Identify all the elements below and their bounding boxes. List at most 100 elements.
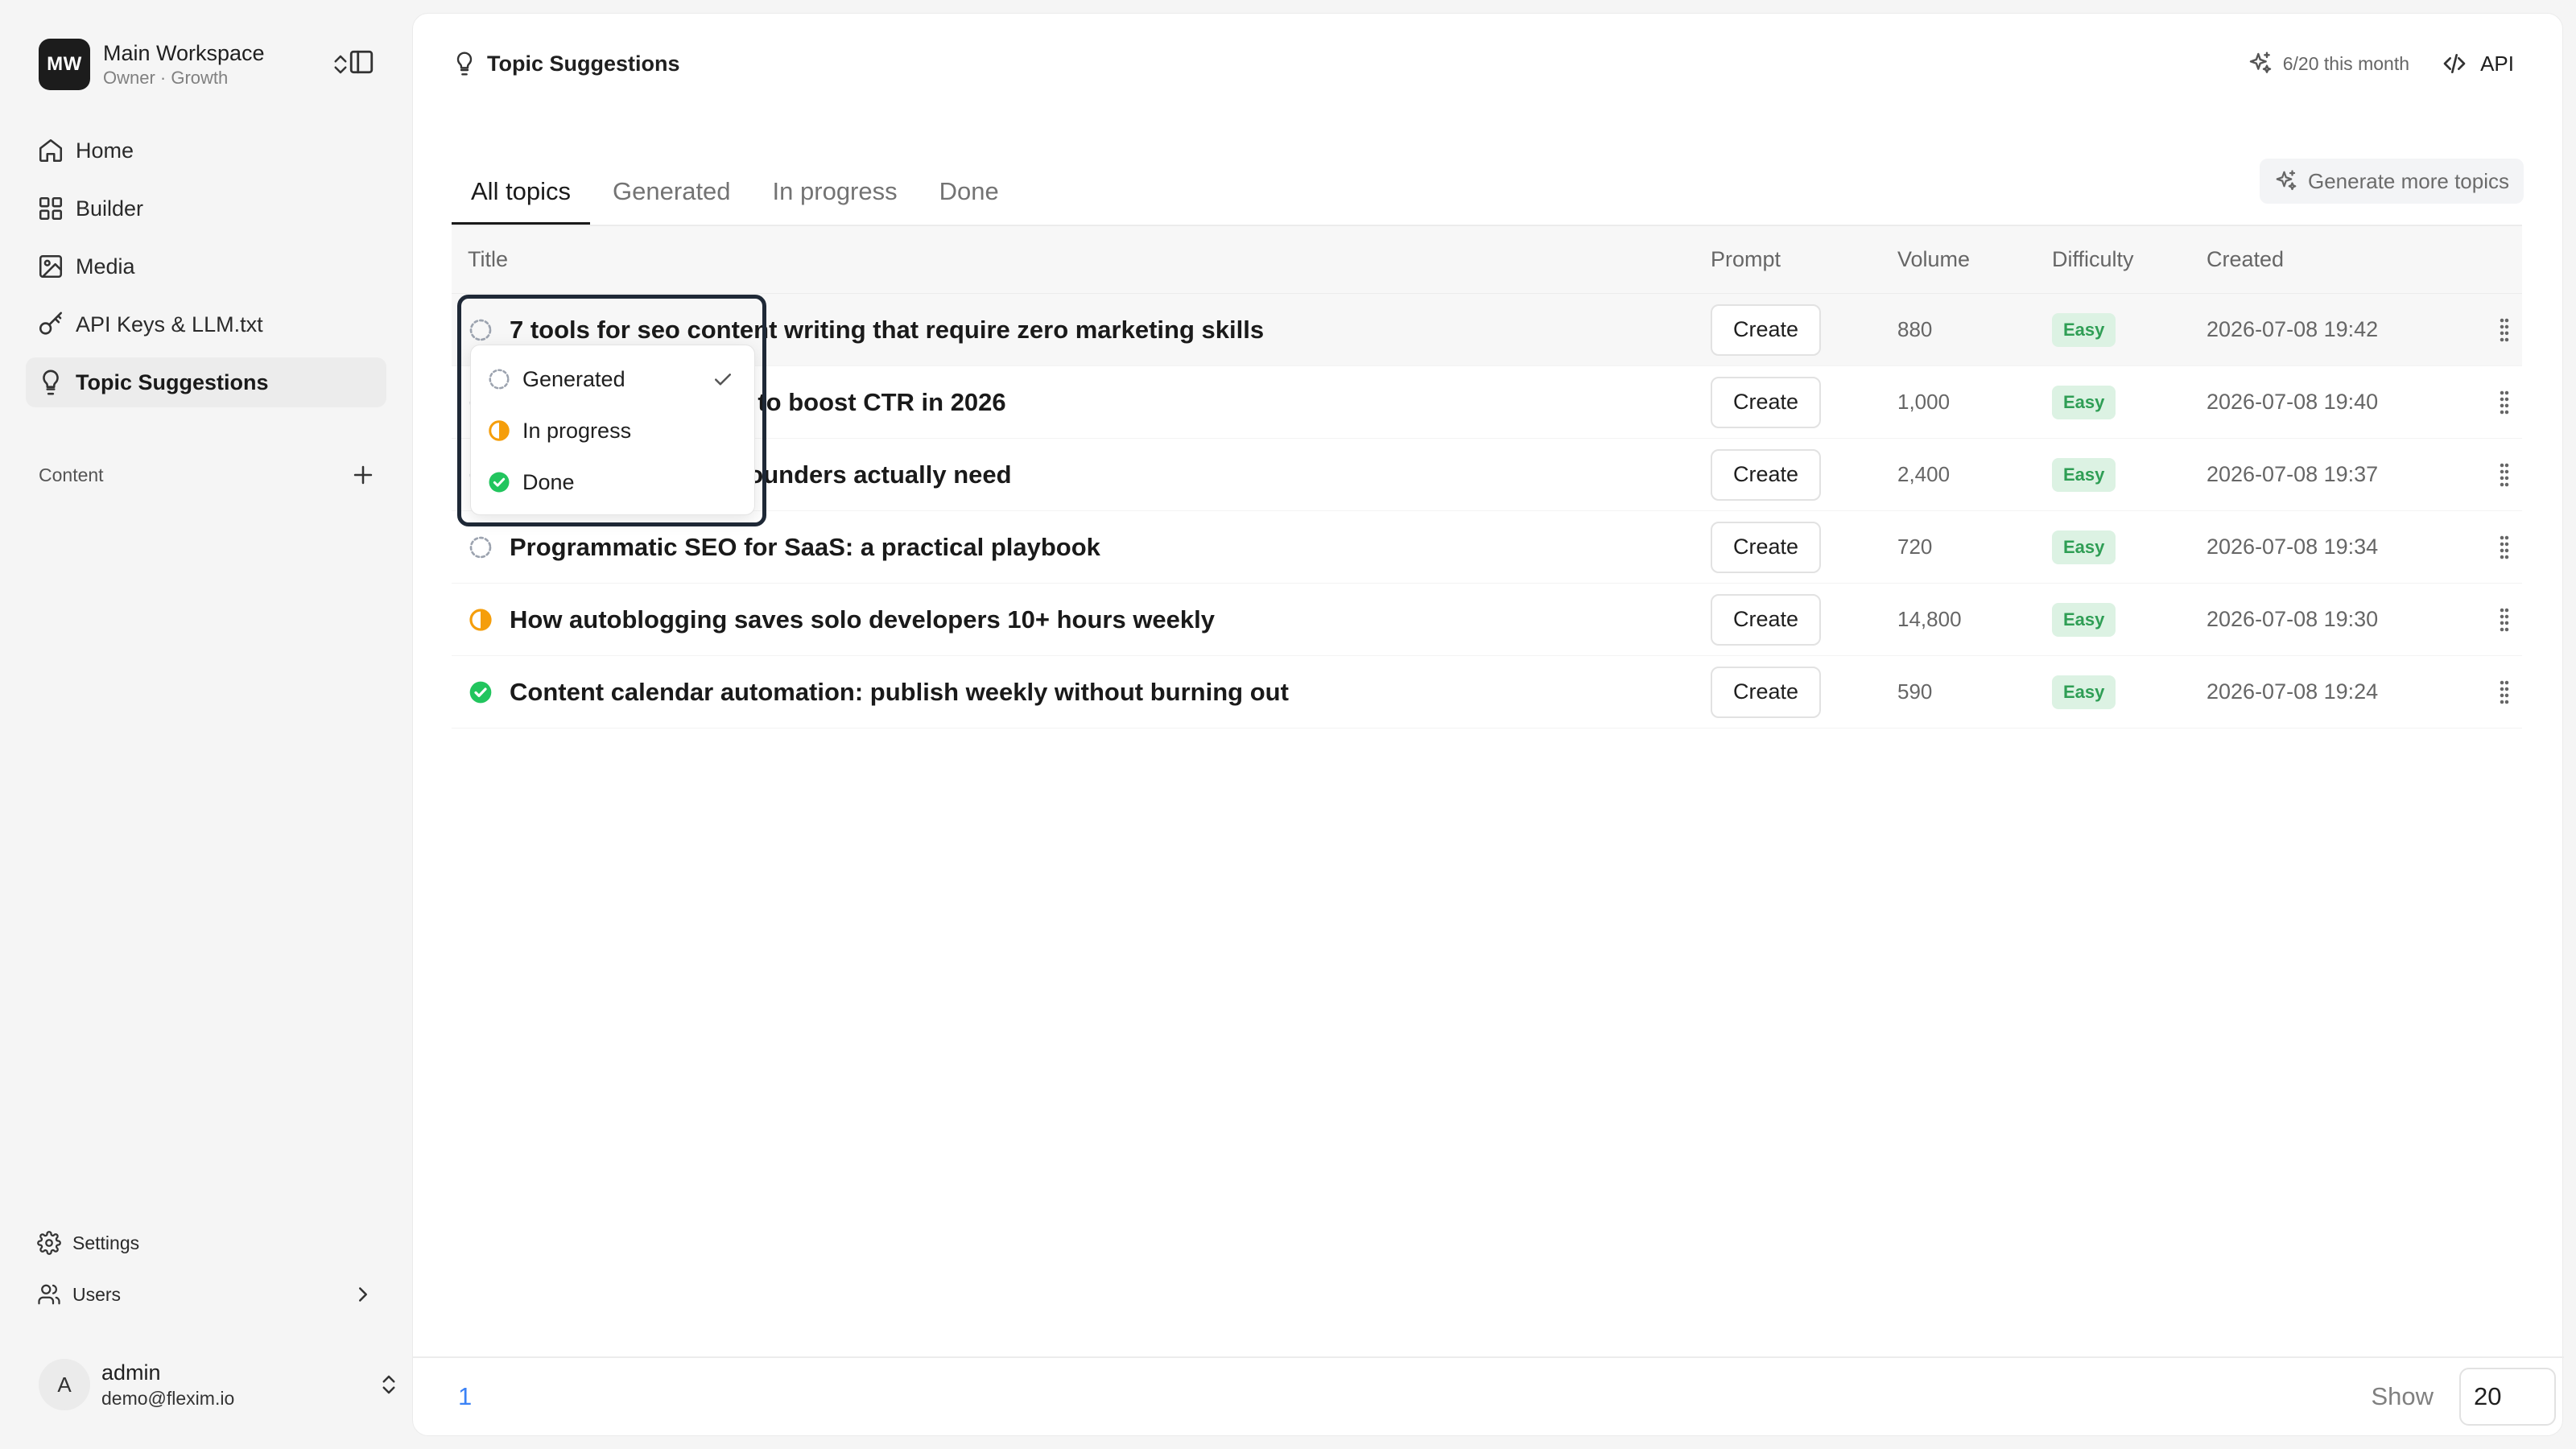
topic-title[interactable]: How autoblogging saves solo developers 1… xyxy=(510,605,1215,634)
table-row[interactable]: Content calendar automation: publish wee… xyxy=(452,656,2522,729)
topic-title[interactable]: Programmatic SEO for SaaS: a practical p… xyxy=(510,533,1100,562)
drag-handle-icon[interactable] xyxy=(2495,533,2514,562)
column-header-title[interactable]: Title xyxy=(452,247,1711,272)
status-option-generated[interactable]: Generated xyxy=(471,353,754,405)
api-label: API xyxy=(2480,51,2514,76)
users-icon xyxy=(38,1284,60,1305)
sidebar-item-settings[interactable]: Settings xyxy=(26,1220,386,1265)
sidebar-item-users[interactable]: Users xyxy=(26,1272,386,1317)
workspace-switcher[interactable]: MW Main Workspace Owner · Growth xyxy=(39,39,385,90)
cell-created: 2026-07-08 19:42 xyxy=(2207,317,2379,341)
tab-in-progress[interactable]: In progress xyxy=(753,159,917,225)
footer-divider xyxy=(413,1356,2564,1358)
half-circle-icon[interactable] xyxy=(487,419,511,443)
topic-title[interactable]: 7 tools for seo content writing that req… xyxy=(510,316,1264,345)
cell-difficulty: Easy xyxy=(2052,602,2207,637)
sidebar-item-media[interactable]: Media xyxy=(26,242,386,291)
user-menu[interactable]: A admin demo@flexim.io xyxy=(39,1352,395,1417)
drag-handle-icon[interactable] xyxy=(2495,678,2514,707)
tab-generated[interactable]: Generated xyxy=(593,159,750,225)
sidebar-toggle-icon[interactable] xyxy=(348,48,375,76)
topics-table: Title Prompt Volume Difficulty Created 7… xyxy=(452,226,2522,729)
lightbulb-icon xyxy=(43,369,59,395)
page-title-text: Topic Suggestions xyxy=(487,51,680,76)
create-button[interactable]: Create xyxy=(1711,593,1822,646)
tab-done[interactable]: Done xyxy=(920,159,1018,225)
table-header: Title Prompt Volume Difficulty Created xyxy=(452,226,2522,294)
create-button[interactable]: Create xyxy=(1711,376,1822,428)
drag-handle-icon[interactable] xyxy=(2495,388,2514,417)
main-panel: Topic Suggestions 6/20 this month API Al… xyxy=(412,13,2564,1436)
status-option-done[interactable]: Done xyxy=(471,456,754,508)
column-header-volume[interactable]: Volume xyxy=(1897,247,2052,272)
status-dropdown: Generated In progress Done xyxy=(470,345,755,515)
column-header-created[interactable]: Created xyxy=(2207,247,2487,272)
cell-actions xyxy=(2487,678,2522,707)
create-button[interactable]: Create xyxy=(1711,521,1822,573)
cell-actions xyxy=(2487,533,2522,562)
image-icon xyxy=(39,254,63,279)
dashed-circle-icon[interactable] xyxy=(487,367,511,391)
status-option-label: Generated xyxy=(522,366,625,391)
dashed-circle-icon[interactable] xyxy=(468,535,493,560)
workspace-name: Main Workspace xyxy=(103,41,265,65)
grid-icon xyxy=(39,196,63,221)
sidebar-item-api-keys[interactable]: API Keys & LLM.txt xyxy=(26,299,386,349)
difficulty-badge: Easy xyxy=(2052,457,2116,492)
table-body: 7 tools for seo content writing that req… xyxy=(452,294,2522,729)
user-email: demo@flexim.io xyxy=(101,1388,235,1409)
cell-created: 2026-07-08 19:40 xyxy=(2207,390,2379,414)
gear-icon xyxy=(37,1231,61,1255)
table-row[interactable]: How autoblogging saves solo developers 1… xyxy=(452,584,2522,656)
plus-icon[interactable] xyxy=(349,461,377,489)
cell-prompt: Create xyxy=(1711,521,1897,573)
cell-difficulty: Easy xyxy=(2052,385,2207,419)
page-size-input[interactable] xyxy=(2459,1368,2556,1426)
create-button[interactable]: Create xyxy=(1711,448,1822,501)
table-row[interactable]: Programmatic SEO for SaaS: a practical p… xyxy=(452,511,2522,584)
sidebar-item-home[interactable]: Home xyxy=(26,126,386,175)
check-circle-icon[interactable] xyxy=(468,679,493,705)
cell-created: 2026-07-08 19:30 xyxy=(2207,607,2379,631)
check-circle-icon[interactable] xyxy=(487,470,511,494)
user-info: admin demo@flexim.io xyxy=(101,1359,234,1410)
difficulty-badge: Easy xyxy=(2052,602,2116,637)
create-button[interactable]: Create xyxy=(1711,666,1822,718)
sidebar-item-builder[interactable]: Builder xyxy=(26,184,386,233)
tab-all-topics[interactable]: All topics xyxy=(452,159,591,225)
cell-actions xyxy=(2487,605,2522,634)
table-row[interactable]: rdPress: what solo founders actually nee… xyxy=(452,439,2522,511)
create-button[interactable]: Create xyxy=(1711,303,1822,356)
cell-difficulty: Easy xyxy=(2052,675,2207,709)
pagination-page-1[interactable]: 1 xyxy=(458,1379,472,1414)
cell-volume: 590 xyxy=(1897,679,1933,704)
drag-handle-icon[interactable] xyxy=(2495,605,2514,634)
difficulty-badge: Easy xyxy=(2052,530,2116,564)
workspace-role: Owner · Growth xyxy=(103,68,229,88)
content-section-header: Content xyxy=(39,451,377,499)
main-nav: Home Builder Media API Keys & LLM.txt To… xyxy=(26,126,386,415)
cell-title: Programmatic SEO for SaaS: a practical p… xyxy=(452,533,1711,562)
cell-volume: 720 xyxy=(1897,535,1933,559)
cell-title: Content calendar automation: publish wee… xyxy=(452,678,1711,707)
half-circle-icon[interactable] xyxy=(468,607,493,633)
drag-handle-icon[interactable] xyxy=(2495,460,2514,489)
key-icon xyxy=(39,312,63,335)
topic-title[interactable]: Content calendar automation: publish wee… xyxy=(510,678,1289,707)
home-icon xyxy=(39,138,63,163)
user-name: admin xyxy=(101,1360,161,1385)
column-header-difficulty[interactable]: Difficulty xyxy=(2052,247,2207,272)
cell-volume: 880 xyxy=(1897,317,1933,341)
chevrons-up-down-icon xyxy=(382,1375,395,1394)
chevron-right-icon xyxy=(359,1287,367,1302)
drag-handle-icon[interactable] xyxy=(2495,316,2514,345)
dashed-circle-icon[interactable] xyxy=(468,317,493,343)
api-button[interactable]: API xyxy=(2442,49,2514,78)
status-option-in-progress[interactable]: In progress xyxy=(471,405,754,456)
sidebar-item-topic-suggestions[interactable]: Topic Suggestions xyxy=(26,357,386,407)
table-row[interactable]: escription generator to boost CTR in 202… xyxy=(452,366,2522,439)
usage-counter: 6/20 this month xyxy=(2248,49,2409,78)
table-row[interactable]: 7 tools for seo content writing that req… xyxy=(452,294,2522,366)
cell-created: 2026-07-08 19:34 xyxy=(2207,535,2379,559)
generate-more-topics-button[interactable]: Generate more topics xyxy=(2259,159,2524,204)
